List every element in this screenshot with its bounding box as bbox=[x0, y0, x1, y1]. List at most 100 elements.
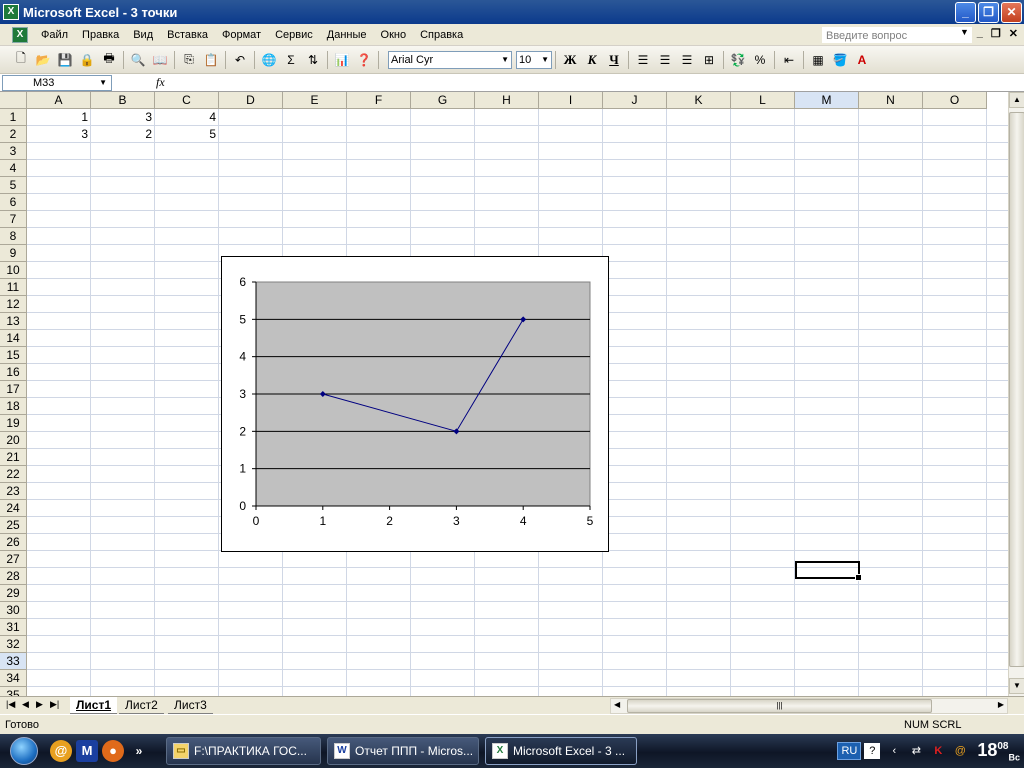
firefox-icon[interactable]: ● bbox=[102, 740, 124, 762]
align-left-icon[interactable]: ☰ bbox=[633, 50, 653, 70]
menu-insert[interactable]: Вставка bbox=[160, 24, 215, 46]
row-header[interactable]: 24 bbox=[0, 500, 27, 517]
vertical-scroll-thumb[interactable] bbox=[1009, 112, 1024, 667]
sheet-tab-2[interactable]: Лист2 bbox=[119, 697, 164, 714]
task-folder[interactable]: ▭ F:\ПРАКТИКА ГОС... bbox=[166, 737, 321, 765]
row-header[interactable]: 29 bbox=[0, 585, 27, 602]
sort-ascending-icon[interactable]: ⇅ bbox=[303, 50, 323, 70]
column-header[interactable]: E bbox=[283, 92, 347, 109]
row-header[interactable]: 19 bbox=[0, 415, 27, 432]
formula-input[interactable] bbox=[176, 75, 1016, 91]
column-header[interactable]: M bbox=[795, 92, 859, 109]
antivirus-icon[interactable]: K bbox=[930, 743, 946, 759]
doc-close-button[interactable]: ✕ bbox=[1009, 27, 1018, 40]
close-button[interactable]: ✕ bbox=[1001, 2, 1022, 23]
name-box[interactable]: M33 ▼ bbox=[2, 75, 112, 91]
row-header[interactable]: 4 bbox=[0, 160, 27, 177]
select-all-corner[interactable] bbox=[0, 92, 27, 109]
italic-button[interactable]: К bbox=[582, 50, 602, 70]
row-header[interactable]: 6 bbox=[0, 194, 27, 211]
network-icon[interactable]: ⇄ bbox=[908, 743, 924, 759]
last-sheet-icon[interactable]: ▶| bbox=[50, 699, 59, 710]
scroll-down-icon[interactable]: ▼ bbox=[1009, 678, 1024, 694]
mail-tray-icon[interactable]: @ bbox=[952, 743, 968, 759]
font-size-select[interactable]: 10 ▼ bbox=[516, 50, 552, 69]
horizontal-scrollbar[interactable]: ◀ ||| ▶ bbox=[610, 698, 1008, 714]
cell-a2[interactable]: 3 bbox=[27, 126, 91, 143]
cell-a1[interactable]: 1 bbox=[27, 109, 91, 126]
column-header[interactable]: B bbox=[91, 92, 155, 109]
row-header[interactable]: 31 bbox=[0, 619, 27, 636]
language-indicator[interactable]: RU bbox=[837, 742, 862, 760]
font-color-icon[interactable]: A bbox=[852, 50, 872, 70]
row-header[interactable]: 28 bbox=[0, 568, 27, 585]
align-center-icon[interactable]: ☰ bbox=[655, 50, 675, 70]
fill-color-icon[interactable]: 🪣 bbox=[830, 50, 850, 70]
row-header[interactable]: 30 bbox=[0, 602, 27, 619]
help-tray-icon[interactable]: ? bbox=[864, 743, 881, 759]
row-header[interactable]: 20 bbox=[0, 432, 27, 449]
doc-restore-button[interactable]: ❐ bbox=[991, 27, 1001, 40]
open-folder-icon[interactable]: 📂 bbox=[33, 50, 53, 70]
column-header[interactable]: D bbox=[219, 92, 283, 109]
row-header[interactable]: 33 bbox=[0, 653, 27, 670]
menu-edit[interactable]: Правка bbox=[75, 24, 126, 46]
row-header[interactable]: 11 bbox=[0, 279, 27, 296]
mail-agent-icon[interactable]: @ bbox=[50, 740, 72, 762]
chart-area[interactable]: 0 1 2 3 4 5 6 0 1 2 3 4 5 bbox=[221, 256, 609, 552]
row-header[interactable]: 10 bbox=[0, 262, 27, 279]
column-header[interactable]: I bbox=[539, 92, 603, 109]
ask-question-input[interactable]: Введите вопрос bbox=[822, 27, 972, 43]
new-file-icon[interactable]: 🗋 bbox=[11, 50, 31, 70]
row-header[interactable]: 15 bbox=[0, 347, 27, 364]
menu-help[interactable]: Справка bbox=[413, 24, 470, 46]
menu-file[interactable]: Файл bbox=[34, 24, 75, 46]
vertical-scrollbar[interactable]: ▲ ▼ bbox=[1008, 92, 1024, 696]
cell-c2[interactable]: 5 bbox=[155, 126, 219, 143]
row-header[interactable]: 32 bbox=[0, 636, 27, 653]
scroll-up-icon[interactable]: ▲ bbox=[1009, 92, 1024, 108]
research-icon[interactable]: 📖 bbox=[150, 50, 170, 70]
first-sheet-icon[interactable]: |◀ bbox=[6, 699, 15, 710]
active-cell-selection[interactable] bbox=[795, 561, 862, 581]
row-header[interactable]: 16 bbox=[0, 364, 27, 381]
row-header[interactable]: 1 bbox=[0, 109, 27, 126]
column-header[interactable]: O bbox=[923, 92, 987, 109]
menu-format[interactable]: Формат bbox=[215, 24, 268, 46]
copy-icon[interactable]: ⎘ bbox=[179, 50, 199, 70]
align-right-icon[interactable]: ☰ bbox=[677, 50, 697, 70]
underline-button[interactable]: Ч bbox=[604, 50, 624, 70]
row-header[interactable]: 22 bbox=[0, 466, 27, 483]
column-header[interactable]: J bbox=[603, 92, 667, 109]
start-button[interactable] bbox=[0, 734, 48, 768]
row-header[interactable]: 17 bbox=[0, 381, 27, 398]
sheet-tab-3[interactable]: Лист3 bbox=[168, 697, 213, 714]
maximize-button[interactable]: ❐ bbox=[978, 2, 999, 23]
ask-dropdown-icon[interactable]: ▼ bbox=[960, 27, 969, 37]
scroll-left-icon[interactable]: ◀ bbox=[614, 700, 620, 709]
column-header[interactable]: N bbox=[859, 92, 923, 109]
row-header[interactable]: 25 bbox=[0, 517, 27, 534]
row-header[interactable]: 27 bbox=[0, 551, 27, 568]
decrease-indent-icon[interactable]: ⇤ bbox=[779, 50, 799, 70]
row-header[interactable]: 23 bbox=[0, 483, 27, 500]
print-preview-icon[interactable]: 🔍 bbox=[128, 50, 148, 70]
row-header[interactable]: 9 bbox=[0, 245, 27, 262]
workbook-icon[interactable]: X bbox=[12, 26, 28, 43]
row-header[interactable]: 18 bbox=[0, 398, 27, 415]
prev-sheet-icon[interactable]: ◀ bbox=[22, 699, 29, 710]
column-header[interactable]: A bbox=[27, 92, 91, 109]
task-word[interactable]: W Отчет ППП - Micros... bbox=[327, 737, 479, 765]
horizontal-scroll-thumb[interactable]: ||| bbox=[627, 699, 932, 713]
column-header[interactable]: C bbox=[155, 92, 219, 109]
row-header[interactable]: 8 bbox=[0, 228, 27, 245]
row-header[interactable]: 35 bbox=[0, 687, 27, 696]
column-header[interactable]: G bbox=[411, 92, 475, 109]
menu-data[interactable]: Данные bbox=[320, 24, 374, 46]
quicklaunch-more-icon[interactable]: » bbox=[128, 740, 150, 762]
menu-view[interactable]: Вид bbox=[126, 24, 160, 46]
scroll-right-icon[interactable]: ▶ bbox=[998, 700, 1004, 709]
m-app-icon[interactable]: M bbox=[76, 740, 98, 762]
column-header[interactable]: L bbox=[731, 92, 795, 109]
sheet-tab-1[interactable]: Лист1 bbox=[70, 697, 118, 714]
